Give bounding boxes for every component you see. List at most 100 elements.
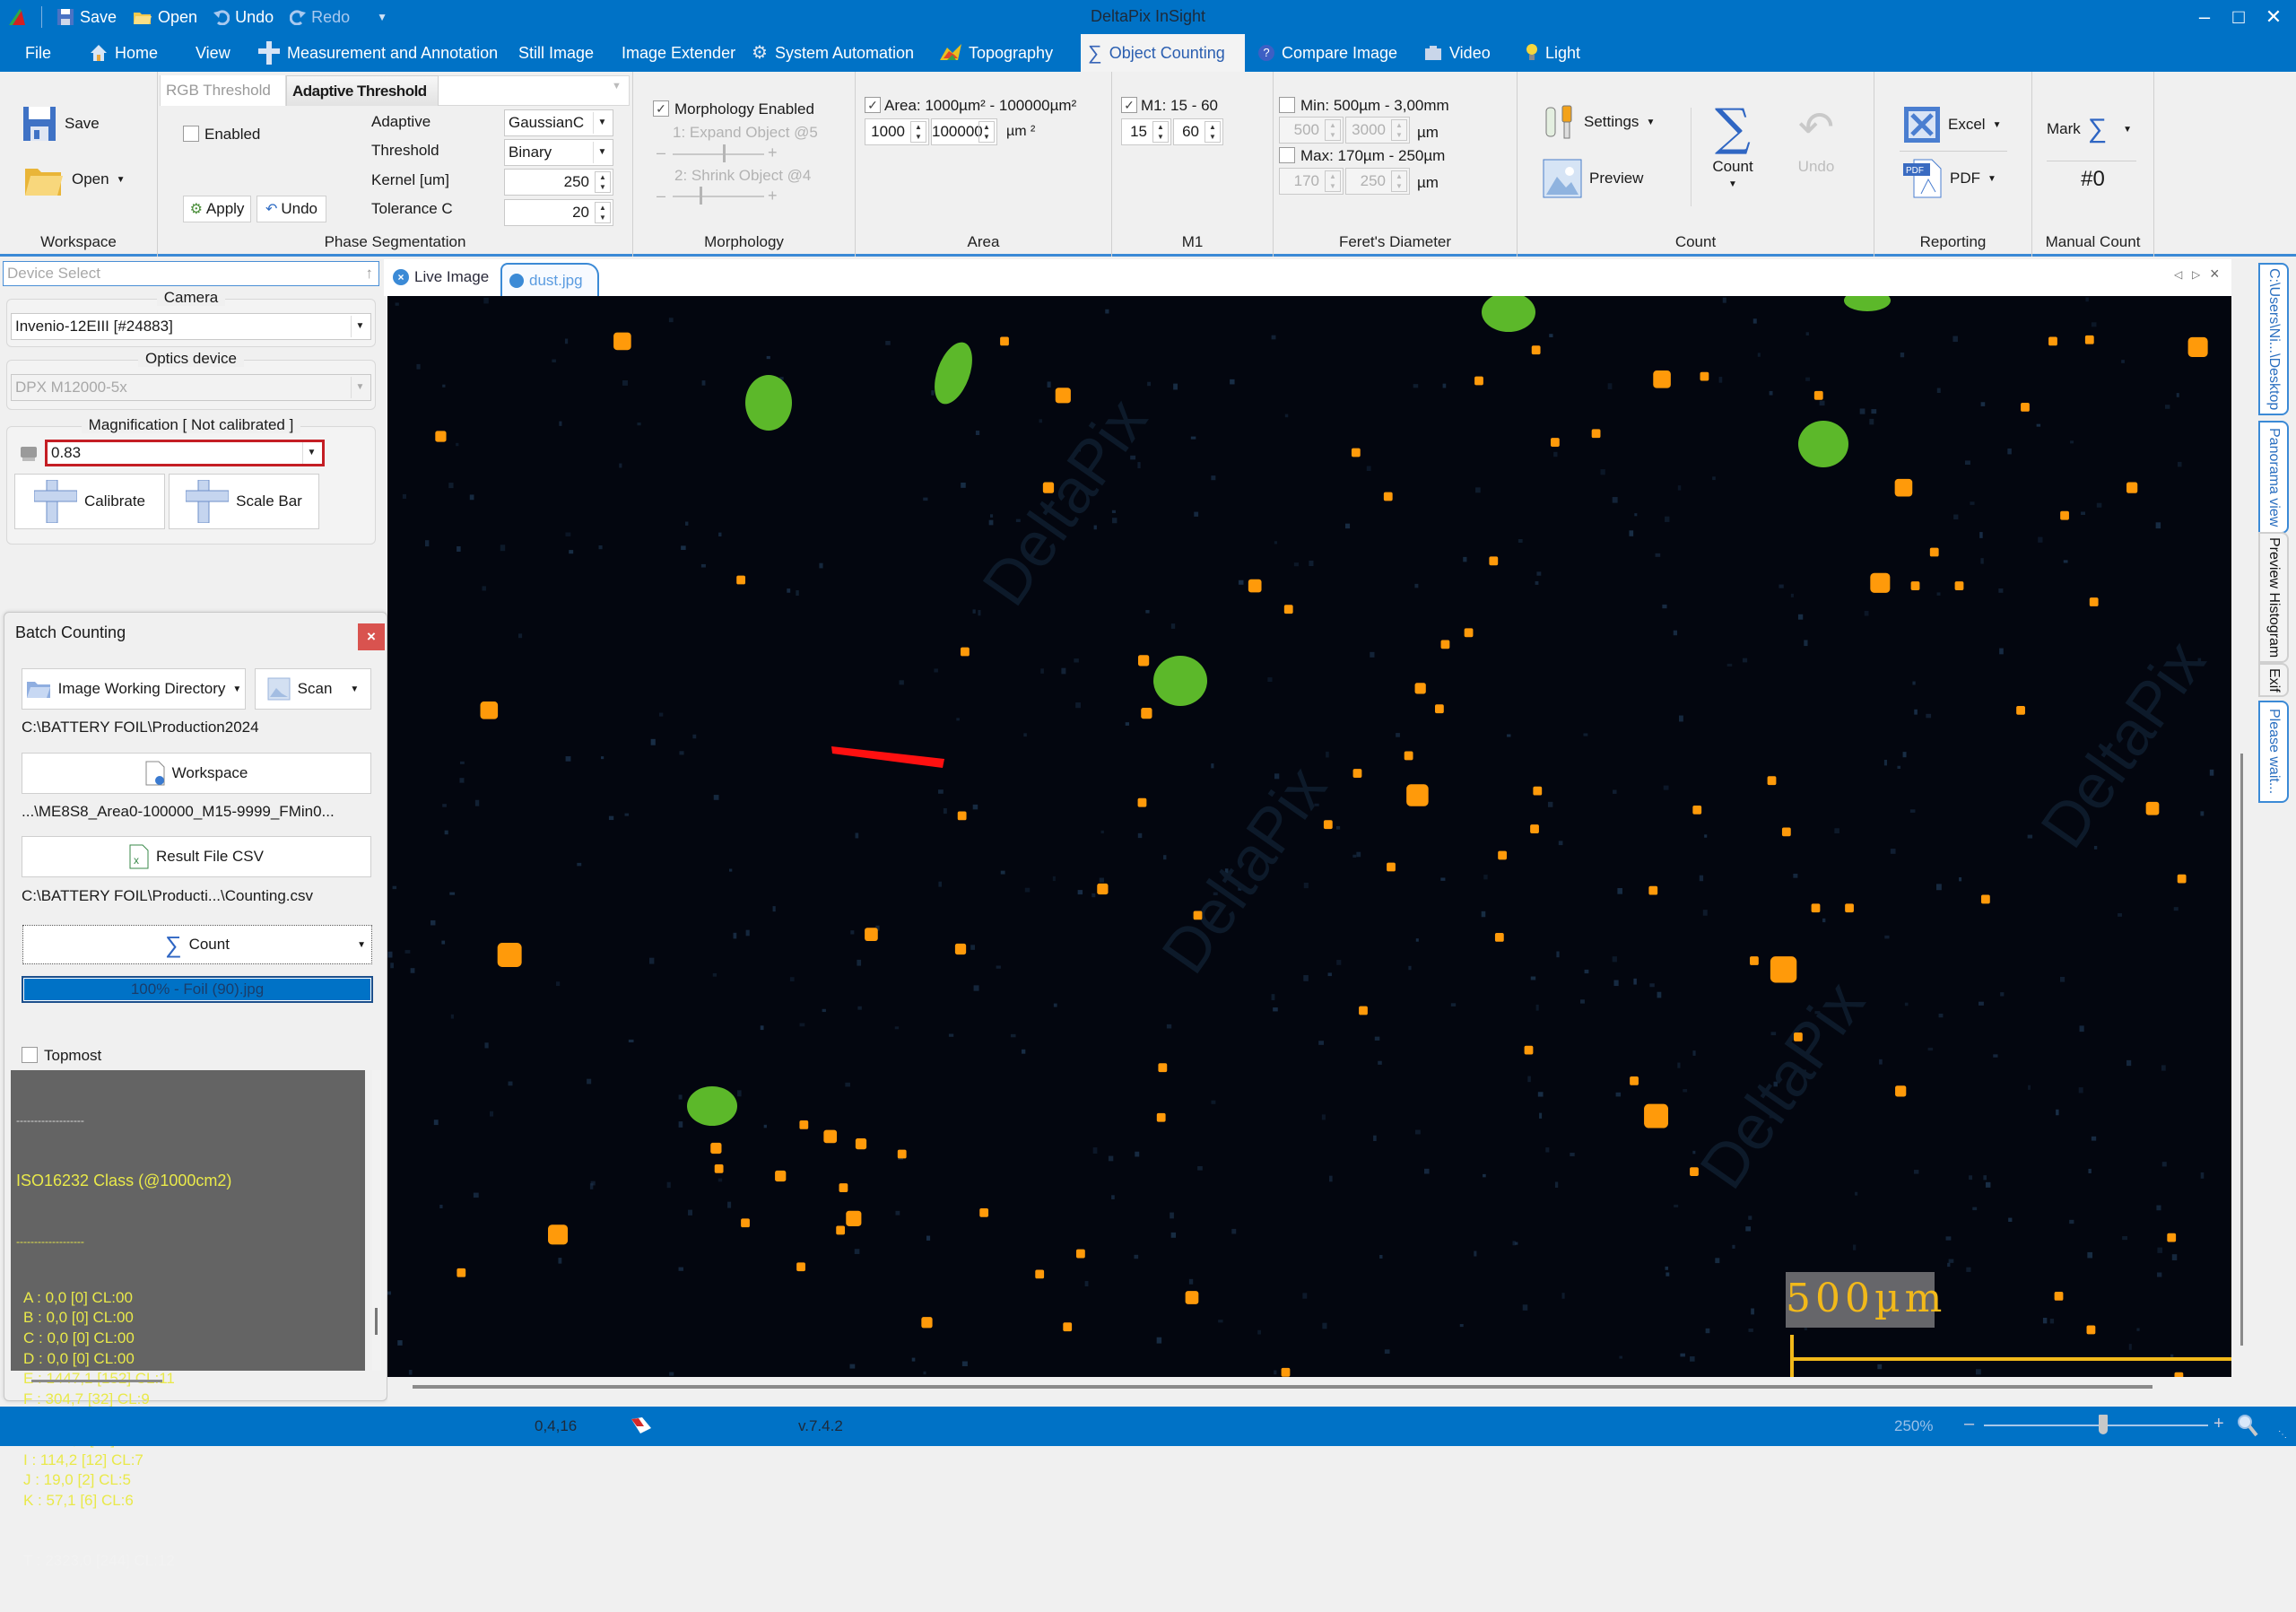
scroll-tabs-left-button[interactable]: ◁ (2174, 268, 2182, 281)
count-undo-button[interactable]: ↶ Undo (1785, 108, 1848, 197)
qa-redo-button[interactable]: Redo (290, 8, 350, 27)
preview-button[interactable]: Preview (1543, 158, 1668, 199)
enabled-checkbox[interactable] (183, 126, 199, 142)
tab-compare-image[interactable]: ? Compare Image (1251, 34, 1405, 72)
spinner-arrows-icon[interactable]: ▲▼ (1391, 170, 1407, 192)
zoom-slider-thumb[interactable] (2099, 1415, 2108, 1434)
image-canvas[interactable]: DeltaPixDeltaPixDeltaPixDeltaPix 500µm (387, 296, 2231, 1377)
side-tab-panorama-view[interactable]: Panorama view (2258, 421, 2289, 534)
close-document-button[interactable]: × (2210, 265, 2220, 283)
threshold-select[interactable]: Binary▼ (504, 139, 613, 166)
maximize-button[interactable]: □ (2221, 4, 2257, 30)
dust-image[interactable]: DeltaPixDeltaPixDeltaPixDeltaPix (387, 296, 2231, 1377)
side-tab-preview-histogram[interactable]: Preview Histogram (2258, 532, 2289, 663)
apply-button[interactable]: ⚙Apply (183, 196, 251, 222)
shrink-object-slider[interactable] (673, 196, 764, 197)
resize-grip-icon[interactable]: ⋱ (2278, 1430, 2287, 1440)
close-tab-icon[interactable]: × (393, 269, 409, 285)
feret-max-checkbox[interactable] (1279, 147, 1295, 163)
tab-rgb-threshold[interactable]: RGB Threshold (161, 75, 286, 106)
spinner-arrows-icon[interactable]: ▲▼ (1391, 119, 1407, 141)
feret-min-from-spinner[interactable]: 500▲▼ (1279, 117, 1344, 144)
tab-view[interactable]: View (188, 34, 238, 72)
expand-minus-button[interactable]: – (657, 144, 665, 162)
spinner-arrows-icon[interactable]: ▲▼ (1152, 121, 1169, 143)
optics-select[interactable]: DPX M12000-5x▼ (11, 374, 371, 401)
qa-customize-icon[interactable]: ▼ (377, 11, 387, 23)
area-checkbox[interactable]: ✓ (865, 97, 881, 113)
spinner-arrows-icon[interactable]: ▲▼ (1325, 119, 1341, 141)
topmost-checkbox[interactable] (22, 1047, 38, 1063)
m1-min-spinner[interactable]: 15▲▼ (1121, 118, 1171, 145)
side-tab-desktop-path[interactable]: C:\Users\Ni...\Desktop (2258, 263, 2289, 415)
scrollbar-thumb[interactable] (375, 1308, 378, 1335)
batch-count-button[interactable]: ∑ Count ▼ (22, 925, 372, 964)
tab-strip-dropdown-icon[interactable]: ▼ (612, 81, 622, 91)
canvas-horizontal-scrollbar[interactable] (387, 1377, 2231, 1400)
scale-bar-button[interactable]: Scale Bar (169, 474, 319, 529)
spinner-arrows-icon[interactable]: ▲▼ (1325, 170, 1341, 192)
result-file-csv-button[interactable]: x Result File CSV (22, 836, 371, 877)
workspace-button[interactable]: Workspace (22, 753, 371, 794)
zoom-in-button[interactable]: + (2213, 1414, 2224, 1434)
minimize-button[interactable]: – (2187, 4, 2222, 30)
morphology-enabled-checkbox[interactable]: ✓ (653, 100, 669, 117)
slider-thumb[interactable] (723, 144, 726, 162)
area-max-spinner[interactable]: 100000▲▼ (931, 118, 997, 145)
workspace-open-button[interactable]: Open▼ (23, 158, 140, 201)
expand-object-slider[interactable] (673, 153, 764, 155)
tab-measurement[interactable]: Measurement and Annotation (251, 34, 505, 72)
mark-button[interactable]: Mark ∑ ▼ (2047, 117, 2132, 142)
magnification-select[interactable]: 0.83▼ (45, 440, 325, 466)
tab-system-automation[interactable]: ⚙ System Automation (744, 34, 921, 72)
tab-dust-jpg[interactable]: dust.jpg (500, 263, 599, 296)
spinner-arrows-icon[interactable]: ▲▼ (910, 121, 926, 143)
spinner-arrows-icon[interactable]: ▲▼ (595, 202, 611, 223)
spinner-arrows-icon[interactable]: ▲▼ (1205, 121, 1221, 143)
shrink-minus-button[interactable]: – (657, 187, 665, 205)
close-window-button[interactable]: ✕ (2256, 4, 2292, 30)
tab-topography[interactable]: Topography (933, 34, 1060, 72)
qa-open-button[interactable]: Open (133, 8, 197, 27)
batch-close-button[interactable]: × (358, 623, 385, 650)
m1-max-spinner[interactable]: 60▲▼ (1173, 118, 1223, 145)
spinner-arrows-icon[interactable]: ▲▼ (978, 121, 995, 143)
kernel-spinner[interactable]: 250▲▼ (504, 169, 613, 196)
scroll-tabs-right-button[interactable]: ▷ (2192, 268, 2200, 281)
tab-object-counting[interactable]: ∑ Object Counting (1081, 34, 1245, 72)
zoom-out-button[interactable]: – (1964, 1414, 1974, 1434)
feret-min-checkbox[interactable] (1279, 97, 1295, 113)
tab-still-image[interactable]: Still Image (511, 34, 601, 72)
segmentation-undo-button[interactable]: ↶Undo (257, 196, 326, 222)
console-vertical-scrollbar[interactable] (372, 1070, 381, 1371)
scan-button[interactable]: Scan▼ (255, 668, 371, 710)
scrollbar-thumb[interactable] (413, 1385, 2152, 1389)
pin-icon[interactable]: ↑ (366, 262, 374, 285)
excel-button[interactable]: Excel▼ (1903, 104, 2020, 145)
magnifier-icon[interactable] (2237, 1414, 2258, 1437)
pdf-button[interactable]: PDF PDF▼ (1903, 158, 2020, 199)
m1-checkbox[interactable]: ✓ (1121, 97, 1137, 113)
scale-bar-label[interactable]: 500µm (1786, 1272, 1935, 1328)
tab-file[interactable]: File (18, 34, 58, 72)
workspace-save-button[interactable]: Save (22, 104, 129, 144)
expand-plus-button[interactable]: + (768, 144, 778, 162)
canvas-vertical-scrollbar[interactable] (2231, 296, 2255, 1377)
adaptive-select[interactable]: GaussianC▼ (504, 109, 613, 136)
qa-undo-button[interactable]: Undo (213, 8, 274, 27)
feret-max-from-spinner[interactable]: 170▲▼ (1279, 168, 1344, 195)
feret-max-to-spinner[interactable]: 250▲▼ (1345, 168, 1410, 195)
qa-save-button[interactable]: Save (57, 8, 117, 27)
scrollbar-thumb[interactable] (2240, 754, 2243, 1346)
side-tab-please-wait[interactable]: Please wait... (2258, 701, 2289, 803)
slider-thumb[interactable] (700, 187, 702, 205)
image-working-directory-button[interactable]: Image Working Directory▼ (22, 668, 246, 710)
side-tab-exif[interactable]: Exif (2258, 663, 2289, 697)
camera-select[interactable]: Invenio-12EIII [#24883]▼ (11, 313, 371, 340)
count-button[interactable]: ∑ Count ▼ (1702, 104, 1763, 221)
shrink-plus-button[interactable]: + (768, 187, 778, 205)
area-min-spinner[interactable]: 1000▲▼ (865, 118, 929, 145)
tab-adaptive-threshold[interactable]: Adaptive Threshold (286, 75, 439, 106)
tab-video[interactable]: Video (1417, 34, 1498, 72)
tab-light[interactable]: Light (1518, 34, 1587, 72)
